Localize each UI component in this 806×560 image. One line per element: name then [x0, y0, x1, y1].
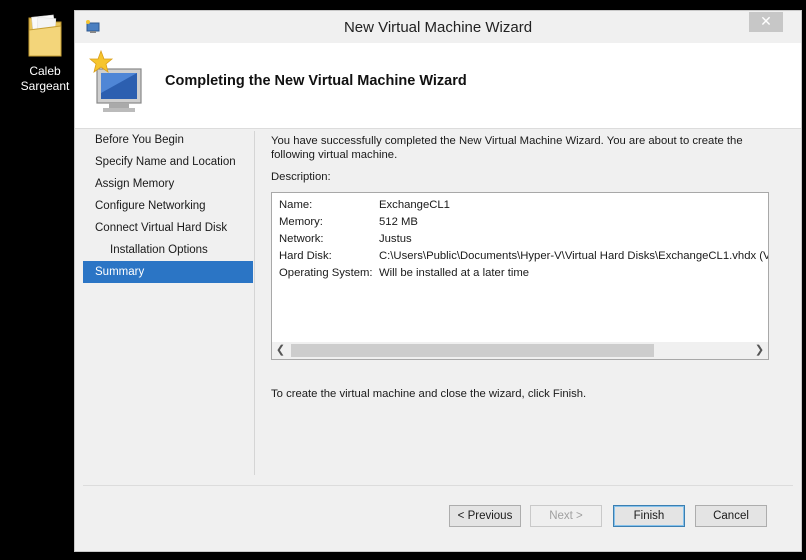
- finish-instruction: To create the virtual machine and close …: [271, 388, 587, 400]
- cancel-button[interactable]: Cancel: [695, 505, 767, 527]
- nav-step-assign-memory[interactable]: Assign Memory: [83, 173, 253, 195]
- summary-panel: You have successfully completed the New …: [271, 134, 769, 400]
- scroll-right-icon[interactable]: ❯: [751, 342, 768, 359]
- finish-button[interactable]: Finish: [613, 505, 685, 527]
- summary-row-memory: Memory: 512 MB: [279, 216, 418, 228]
- previous-button[interactable]: < Previous: [449, 505, 521, 527]
- close-button[interactable]: ✕: [749, 12, 783, 32]
- summary-row-network: Network: Justus: [279, 233, 412, 245]
- nav-step-specify-name[interactable]: Specify Name and Location: [83, 151, 253, 173]
- next-button[interactable]: Next >: [530, 505, 602, 527]
- description-box[interactable]: Name: ExchangeCL1 Memory: 512 MB Network: J…: [271, 192, 769, 360]
- nav-step-summary[interactable]: Summary: [83, 261, 253, 283]
- summary-row-name: Name: ExchangeCL1: [279, 199, 450, 211]
- desktop-icon-label: Caleb Sargeant: [20, 64, 70, 93]
- scrollbar-thumb[interactable]: [291, 344, 654, 357]
- horizontal-scrollbar[interactable]: ❮ ❯: [272, 342, 768, 359]
- window-title: New Virtual Machine Wizard: [343, 19, 533, 36]
- wizard-heading: Completing the New Virtual Machine Wizar…: [165, 73, 467, 89]
- wizard-steps-nav: Before You Begin Specify Name and Locati…: [83, 129, 253, 283]
- scroll-left-icon[interactable]: ❮: [272, 342, 289, 359]
- wizard-window: New Virtual Machine Wizard ✕ Completing …: [74, 10, 802, 552]
- new-vm-monitor-icon: [88, 49, 151, 115]
- footer-divider: [83, 485, 793, 486]
- nav-step-installation-options[interactable]: Installation Options: [83, 239, 253, 261]
- summary-row-hard-disk: Hard Disk: C:\Users\Public\Documents\Hype…: [279, 250, 769, 262]
- desktop-folder-shortcut[interactable]: Caleb Sargeant: [14, 12, 76, 94]
- folder-icon: [25, 12, 65, 60]
- description-label: Description:: [271, 171, 331, 183]
- wizard-header: Completing the New Virtual Machine Wizar…: [75, 43, 801, 129]
- nav-step-configure-networking[interactable]: Configure Networking: [83, 195, 253, 217]
- nav-divider: [254, 131, 255, 475]
- nav-step-before-you-begin[interactable]: Before You Begin: [83, 129, 253, 151]
- title-bar[interactable]: New Virtual Machine Wizard ✕: [75, 11, 801, 43]
- intro-text: You have successfully completed the New …: [271, 135, 743, 161]
- nav-step-connect-vhd[interactable]: Connect Virtual Hard Disk: [83, 217, 253, 239]
- summary-row-os: Operating System: Will be installed at a …: [279, 267, 530, 279]
